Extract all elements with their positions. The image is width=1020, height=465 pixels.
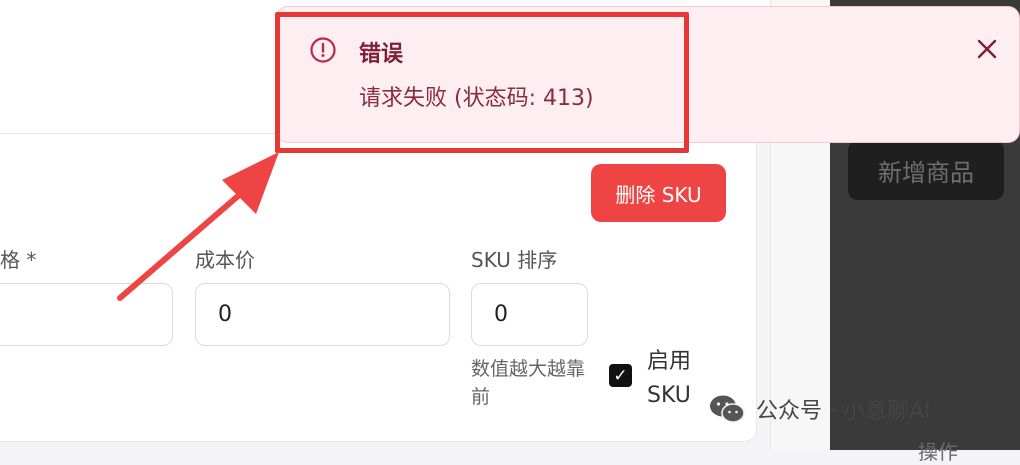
- enable-sku-checkbox[interactable]: ✓: [609, 364, 632, 387]
- sku-name-label: 格 *: [0, 248, 37, 272]
- wechat-icon: [710, 395, 745, 423]
- sku-order-label: SKU 排序: [471, 248, 558, 272]
- sku-name-input[interactable]: [0, 283, 173, 346]
- cost-price-input[interactable]: 0: [195, 283, 450, 346]
- add-product-button[interactable]: 新增商品: [848, 140, 1004, 200]
- watermark-text: 公众号 · 小意聊AI: [756, 399, 931, 424]
- check-icon: ✓: [613, 365, 628, 386]
- sku-order-hint: 数值越大越靠前: [471, 358, 586, 408]
- watermark: 公众号 · 小意聊AI: [708, 393, 931, 425]
- enable-sku-label: 启用 SKU: [647, 349, 692, 408]
- sku-order-input[interactable]: 0: [471, 283, 588, 346]
- close-icon[interactable]: [970, 32, 1004, 66]
- close-x-shape: [977, 39, 997, 59]
- cost-price-label: 成本价: [195, 248, 255, 272]
- delete-sku-button[interactable]: 删除 SKU: [591, 164, 726, 222]
- actions-column-header: 操作: [918, 440, 958, 464]
- highlight-box: [275, 12, 689, 153]
